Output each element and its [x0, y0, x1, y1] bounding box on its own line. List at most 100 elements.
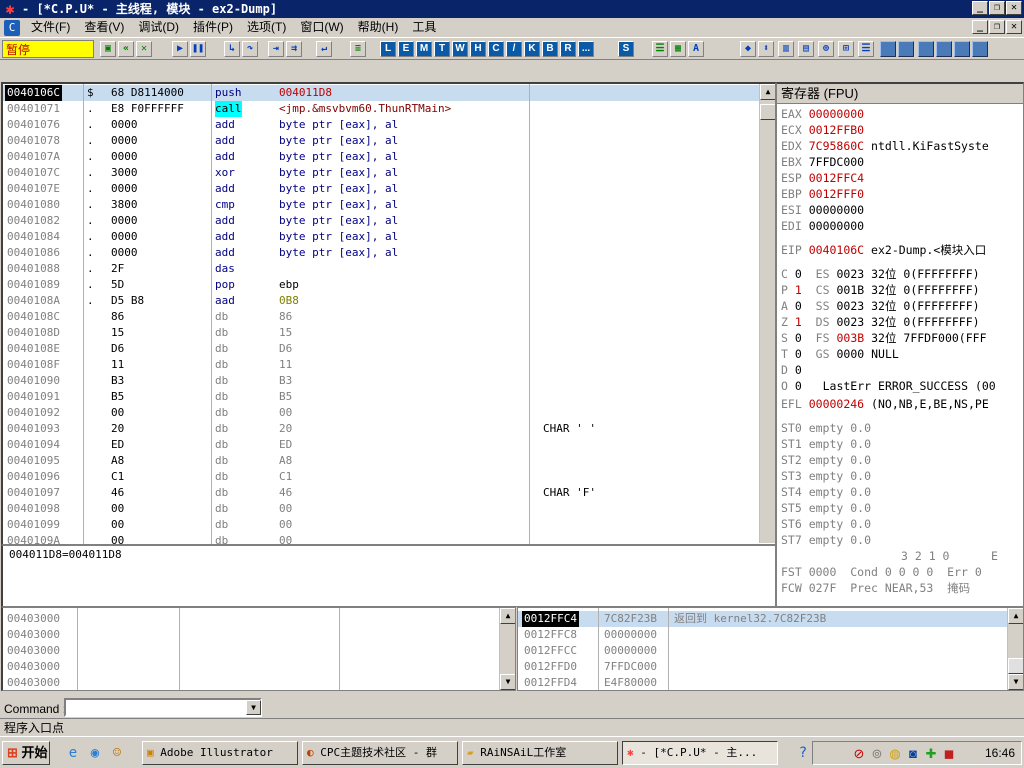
tray-sound-icon[interactable]: ◙	[905, 746, 921, 762]
user-icon[interactable]: ☺	[108, 744, 126, 762]
arrows-ud-icon[interactable]: ⬍	[758, 41, 774, 57]
start-button[interactable]: ⊞ 开始	[2, 741, 50, 765]
step-into-icon[interactable]: ↳	[224, 41, 240, 57]
scroll-down-icon[interactable]: ▼	[500, 674, 515, 690]
disasm-row[interactable]: 0040108D 15 db 15	[3, 325, 761, 341]
disasm-row[interactable]: 00401097 46 db 46 CHAR 'F'	[3, 485, 761, 501]
command-input[interactable]	[64, 698, 262, 717]
disasm-row[interactable]: 00401082. 0000 add byte ptr [eax], al	[3, 213, 761, 229]
task-ollydbg[interactable]: ✱ - [*C.P.U* - 主...	[622, 741, 778, 765]
toolbar-modules-button[interactable]: E	[398, 41, 414, 57]
stack-row[interactable]: 0012FFD0 7FFDC000	[518, 659, 1007, 675]
task-adobe-illustrator[interactable]: ▣ Adobe Illustrator	[142, 741, 298, 765]
tray-antivirus-icon[interactable]: ◼	[941, 746, 957, 762]
scroll-down-icon[interactable]: ▼	[1008, 674, 1023, 690]
scroll-up-icon[interactable]: ▲	[760, 84, 775, 100]
plugin-5-icon[interactable]: ☰	[858, 41, 874, 57]
disasm-row[interactable]: 00401088. 2F das	[3, 261, 761, 277]
flag-row[interactable]: D 0	[781, 362, 836, 378]
registers-header[interactable]: 寄存器 (FPU)	[777, 84, 1023, 104]
scroll-thumb[interactable]	[1008, 658, 1023, 674]
eip-row[interactable]: EIP 0040106C ex2-Dump.<模块入口	[781, 242, 986, 258]
toolbar-cpu-button[interactable]: C	[488, 41, 504, 57]
register-row[interactable]: ESI 00000000	[781, 202, 871, 218]
help-icon[interactable]: ?	[794, 744, 812, 762]
register-row[interactable]: EBP 0012FFF0	[781, 186, 871, 202]
toolbar-source-button[interactable]: S	[618, 41, 634, 57]
step-over-icon[interactable]: ↷	[242, 41, 258, 57]
font-icon[interactable]: A	[688, 41, 704, 57]
scroll-thumb[interactable]	[760, 104, 775, 120]
menu-plugins[interactable]: 插件(P)	[186, 18, 240, 37]
menu-help[interactable]: 帮助(H)	[351, 18, 406, 37]
disasm-row[interactable]: 00401098 00 db 00	[3, 501, 761, 517]
mdi-close-button[interactable]: ✕	[1006, 20, 1022, 34]
close-program-icon[interactable]: ✕	[136, 41, 152, 57]
disasm-row[interactable]: 00401093 20 db 20 CHAR ' '	[3, 421, 761, 437]
plugin-8-icon[interactable]	[918, 41, 934, 57]
flag-row[interactable]: Z 1 DS 0023 32位 0(FFFFFFFF)	[781, 314, 980, 330]
pause-icon[interactable]: ❚❚	[190, 41, 206, 57]
toolbar-breakpoints-button[interactable]: B	[542, 41, 558, 57]
menu-window[interactable]: 窗口(W)	[293, 18, 350, 37]
restart-icon[interactable]: «	[118, 41, 134, 57]
fpu-st-row[interactable]: ST7 empty 0.0	[781, 532, 871, 548]
toolbar-threads-button[interactable]: T	[434, 41, 450, 57]
toolbar-windows-button[interactable]: W	[452, 41, 468, 57]
memory-dump-pane[interactable]: 00403000 00403000 00403000 00403000 00403000…	[1, 607, 516, 691]
disasm-row[interactable]: 00401086. 0000 add byte ptr [eax], al	[3, 245, 761, 261]
arrows-lr-icon[interactable]: ◆	[740, 41, 756, 57]
plugin-9-icon[interactable]	[936, 41, 952, 57]
flag-row[interactable]: T 0 GS 0000 NULL	[781, 346, 906, 362]
stack-row[interactable]: 0012FFC4 7C82F23B 返回到 kernel32.7C82F23B	[518, 611, 1007, 627]
plugin-6-icon[interactable]	[880, 41, 896, 57]
execute-till-return-icon[interactable]: ↵	[316, 41, 332, 57]
task-cpc-forum[interactable]: ◐ CPC主题技术社区 - 群	[302, 741, 458, 765]
run-icon[interactable]: ▶	[172, 41, 188, 57]
register-row[interactable]: EBX 7FFDC000	[781, 154, 871, 170]
minimize-button[interactable]: _	[972, 1, 988, 15]
register-row[interactable]: EDX 7C95860C ntdll.KiFastSyste	[781, 138, 989, 154]
plugin-11-icon[interactable]	[972, 41, 988, 57]
efl-row[interactable]: EFL 00000246 (NO,NB,E,BE,NS,PE	[781, 396, 989, 412]
disasm-row[interactable]: 0040108A. D5 B8 aad 0B8	[3, 293, 761, 309]
disasm-row[interactable]: 00401071. E8 F0FFFFFF call <jmp.&msvbvm60.T…	[3, 101, 761, 117]
app-bug-icon[interactable]: ✱	[2, 1, 18, 17]
fpu-st-row[interactable]: ST2 empty 0.0	[781, 452, 871, 468]
browser-icon[interactable]: ◉	[86, 744, 104, 762]
fpu-st-row[interactable]: ST6 empty 0.0	[781, 516, 871, 532]
plugin-7-icon[interactable]	[898, 41, 914, 57]
registers-pane[interactable]: 寄存器 (FPU) EAX 00000000 ECX 0012FFB0 EDX …	[776, 82, 1024, 607]
plugin-3-icon[interactable]: ⊕	[818, 41, 834, 57]
scroll-up-icon[interactable]: ▲	[1008, 608, 1023, 624]
disassembly-pane[interactable]: 0040106C $68 D8114000 push 004011D8 00401071…	[1, 82, 776, 545]
menu-view[interactable]: 查看(V)	[77, 18, 131, 37]
grid-icon[interactable]: ▦	[670, 41, 686, 57]
ie-icon[interactable]: e	[64, 744, 82, 762]
menu-options[interactable]: 选项(T)	[240, 18, 293, 37]
fcw-row[interactable]: FCW 027F Prec NEAR,53 掩码	[781, 580, 970, 596]
disasm-row[interactable]: 00401076. 0000 add byte ptr [eax], al	[3, 117, 761, 133]
stack-row[interactable]: 0012FFD4 E4F80000	[518, 675, 1007, 690]
flag-row[interactable]: S 0 FS 003B 32位 7FFDF000(FFF	[781, 330, 987, 346]
plugin-2-icon[interactable]: ▤	[798, 41, 814, 57]
register-row[interactable]: EAX 00000000	[781, 106, 871, 122]
close-button[interactable]: ✕	[1006, 1, 1022, 15]
tray-app-icon[interactable]: ✚	[923, 746, 939, 762]
disasm-row[interactable]: 0040107A. 0000 add byte ptr [eax], al	[3, 149, 761, 165]
disasm-row[interactable]: 0040109A 00 db 00	[3, 533, 761, 544]
tray-network-icon[interactable]: ⊚	[869, 746, 885, 762]
disasm-row[interactable]: 00401078. 0000 add byte ptr [eax], al	[3, 133, 761, 149]
toolbar-runtrace-button[interactable]: ...	[578, 41, 594, 57]
disasm-row[interactable]: 00401092 00 db 00	[3, 405, 761, 421]
fpu-st-row[interactable]: ST0 empty 0.0	[781, 420, 871, 436]
mdi-window-icon[interactable]: C	[4, 19, 20, 36]
flag-row[interactable]: O 0 LastErr ERROR_SUCCESS (00	[781, 378, 1003, 394]
disasm-row[interactable]: 00401099 00 db 00	[3, 517, 761, 533]
mdi-minimize-button[interactable]: _	[972, 20, 988, 34]
disasm-row[interactable]: 0040108F 11 db 11	[3, 357, 761, 373]
goto-icon[interactable]: ≡	[350, 41, 366, 57]
flag-row[interactable]: A 0 SS 0023 32位 0(FFFFFFFF)	[781, 298, 980, 314]
fst-row[interactable]: FST 0000 Cond 0 0 0 0 Err 0	[781, 564, 982, 580]
flag-row[interactable]: C 0 ES 0023 32位 0(FFFFFFFF)	[781, 266, 980, 282]
